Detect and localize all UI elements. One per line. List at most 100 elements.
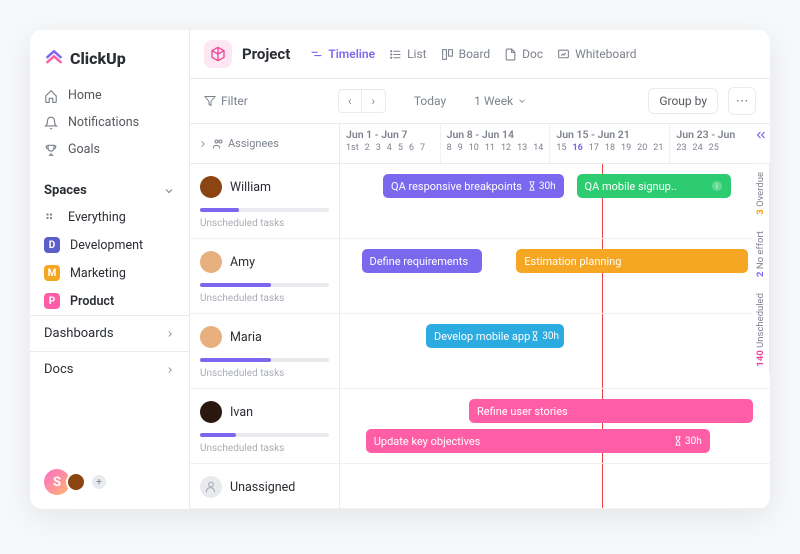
sidebar-dashboards[interactable]: Dashboards: [30, 315, 189, 351]
tab-board[interactable]: Board: [441, 47, 491, 61]
breadcrumb-icon[interactable]: [204, 40, 232, 68]
assignee-name: Maria: [230, 330, 262, 345]
space-product[interactable]: P Product: [30, 287, 189, 315]
nav-home[interactable]: Home: [30, 82, 189, 109]
sidebar-dashboards-label: Dashboards: [44, 326, 114, 341]
next-button[interactable]: ›: [362, 89, 386, 113]
sidebar-docs-label: Docs: [44, 362, 73, 377]
home-icon: [44, 89, 58, 103]
assignee-row[interactable]: Amy Unscheduled tasks: [190, 239, 339, 314]
cube-icon: [210, 46, 226, 62]
workload-bar: [200, 358, 329, 362]
indicator-overdue[interactable]: 3 Overdue: [752, 164, 770, 223]
timeline-row: Define requirements Estimation planning: [340, 239, 770, 314]
main: Project Timeline List Board Doc: [190, 30, 770, 509]
timeline-row: Refine user stories Update key objectives…: [340, 389, 770, 464]
task-label: QA mobile signup..: [585, 180, 677, 193]
avatar: [200, 176, 222, 198]
unscheduled-label[interactable]: Unscheduled tasks: [200, 443, 329, 454]
add-member-button[interactable]: +: [92, 475, 106, 489]
timeline-grid[interactable]: Jun 1 - Jun 71st234567Jun 8 - Jun 148910…: [340, 124, 770, 509]
task-bar[interactable]: Refine user stories: [469, 399, 753, 423]
space-mkt-badge: M: [44, 265, 60, 281]
space-dev-badge: D: [44, 237, 60, 253]
task-bar[interactable]: Estimation planning: [516, 249, 748, 273]
space-development[interactable]: D Development: [30, 231, 189, 259]
date-range: Jun 1 - Jun 71st234567: [340, 124, 440, 163]
more-button[interactable]: ⋯: [728, 87, 756, 115]
date-header: Jun 1 - Jun 71st234567Jun 8 - Jun 148910…: [340, 124, 770, 164]
people-icon: [212, 138, 224, 150]
indicator-no-effort[interactable]: 2 No effort: [752, 223, 770, 285]
unscheduled-label[interactable]: Unscheduled tasks: [200, 368, 329, 379]
chevron-down-icon: [517, 96, 527, 106]
workload-bar: [200, 208, 329, 212]
tab-board-label: Board: [459, 47, 491, 61]
task-bar[interactable]: QA responsive breakpoints30h: [383, 174, 564, 198]
sidebar-docs[interactable]: Docs: [30, 351, 189, 387]
space-marketing[interactable]: M Marketing: [30, 259, 189, 287]
space-everything[interactable]: Everything: [30, 204, 189, 231]
assignee-header-label: Assignees: [228, 137, 279, 150]
timeline-row: Develop mobile app30h: [340, 314, 770, 389]
filter-button[interactable]: Filter: [204, 94, 248, 108]
member-avatar[interactable]: [66, 472, 86, 492]
task-bar[interactable]: Update key objectives30h: [366, 429, 710, 453]
unscheduled-label[interactable]: Unscheduled tasks: [200, 293, 329, 304]
date-range: Jun 8 - Jun 14891011121314: [440, 124, 550, 163]
nav-goals[interactable]: Goals: [30, 136, 189, 163]
task-bar[interactable]: Define requirements: [362, 249, 482, 273]
chevron-right-icon: [165, 365, 175, 375]
logo[interactable]: ClickUp: [30, 30, 189, 82]
assignee-header[interactable]: Assignees: [190, 124, 339, 164]
range-label: 1 Week: [474, 94, 513, 108]
nav-notifications-label: Notifications: [68, 115, 139, 130]
doc-icon: [504, 48, 517, 61]
unscheduled-label[interactable]: Unscheduled tasks: [200, 218, 329, 229]
nav-home-label: Home: [68, 88, 102, 103]
tab-list-label: List: [407, 47, 427, 61]
assignee-name: Amy: [230, 255, 255, 270]
collapse-button[interactable]: [754, 128, 768, 142]
groupby-button[interactable]: Group by: [648, 88, 718, 114]
nav-notifications[interactable]: Notifications: [30, 109, 189, 136]
range-button[interactable]: 1 Week: [466, 90, 535, 112]
today-button[interactable]: Today: [404, 90, 456, 112]
filter-icon: [204, 95, 216, 107]
assignee-row[interactable]: Maria Unscheduled tasks: [190, 314, 339, 389]
side-indicators: 3 Overdue2 No effort140 Unscheduled: [752, 164, 770, 374]
breadcrumb-title[interactable]: Project: [242, 45, 290, 63]
task-label: QA responsive breakpoints: [391, 180, 522, 193]
task-label: Update key objectives: [374, 435, 481, 448]
assignee-row[interactable]: Unassigned: [190, 464, 339, 509]
tab-list[interactable]: List: [389, 47, 427, 61]
nav-goals-label: Goals: [68, 142, 100, 157]
task-estimate: 30h: [530, 331, 559, 342]
chevron-down-icon: [163, 185, 175, 197]
chevron-right-icon: [165, 329, 175, 339]
space-prod-badge: P: [44, 293, 60, 309]
tab-timeline[interactable]: Timeline: [310, 47, 375, 61]
chevron-right-icon: [198, 139, 208, 149]
avatar: [200, 251, 222, 273]
assignee-column: Assignees WilliamUnscheduled tasks Amy Uns…: [190, 124, 340, 509]
indicator-unscheduled[interactable]: 140 Unscheduled: [752, 285, 770, 375]
date-range: Jun 15 - Jun 2115161718192021: [549, 124, 669, 163]
avatar: [200, 326, 222, 348]
timeline-row: QA responsive breakpoints30h QA mobile si…: [340, 164, 770, 239]
workload-bar: [200, 283, 329, 287]
assignee-row[interactable]: Ivan Unscheduled tasks: [190, 389, 339, 464]
trophy-icon: [44, 143, 58, 157]
tab-whiteboard[interactable]: Whiteboard: [557, 47, 636, 61]
list-icon: [389, 48, 402, 61]
clickup-logo-icon: [44, 48, 64, 68]
workload-bar: [200, 433, 329, 437]
timeline: Assignees WilliamUnscheduled tasks Amy Uns…: [190, 124, 770, 509]
assignee-name: Ivan: [230, 405, 253, 420]
assignee-row[interactable]: WilliamUnscheduled tasks: [190, 164, 339, 239]
task-bar[interactable]: QA mobile signup..i: [577, 174, 732, 198]
spaces-header[interactable]: Spaces: [30, 171, 189, 204]
tab-doc[interactable]: Doc: [504, 47, 543, 61]
task-bar[interactable]: Develop mobile app30h: [426, 324, 564, 348]
prev-button[interactable]: ‹: [338, 89, 362, 113]
